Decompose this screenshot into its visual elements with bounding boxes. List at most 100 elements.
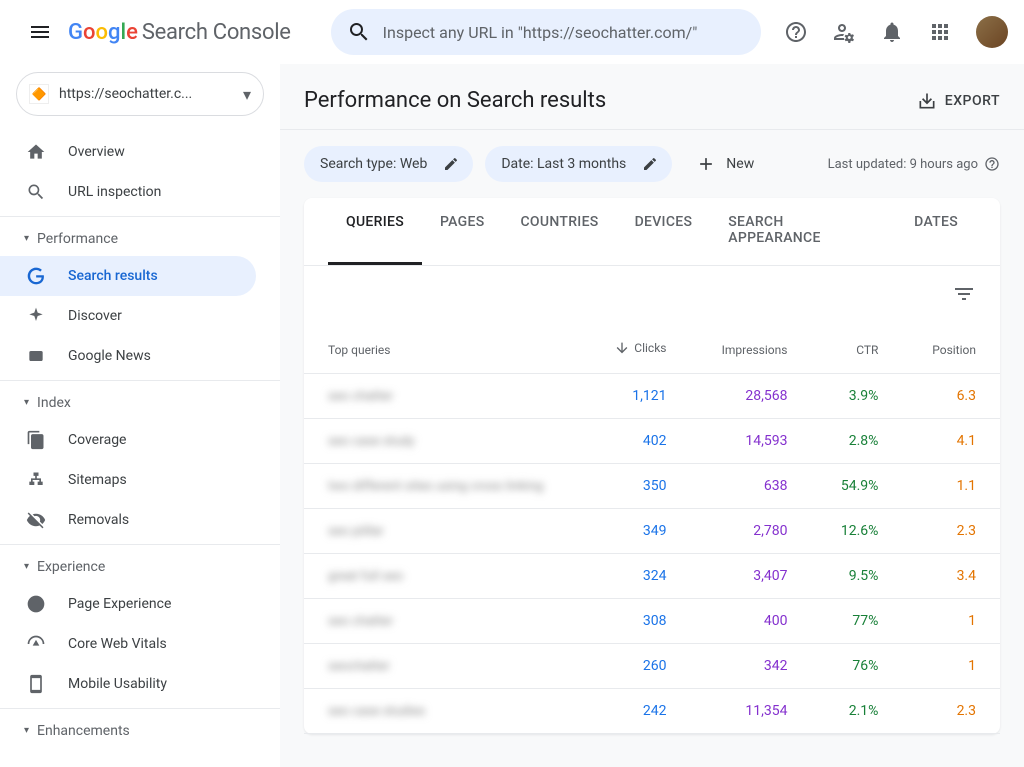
product-logo[interactable]: Google Search Console (68, 20, 291, 45)
sidebar-item-mobile-usability[interactable]: Mobile Usability (0, 664, 256, 704)
table-row[interactable]: seo piillar 349 2,780 12.6% 2.3 (304, 509, 1000, 554)
position-value: 1.1 (902, 464, 1000, 509)
tab-queries[interactable]: QUERIES (328, 198, 422, 265)
clicks-value: 1,121 (584, 374, 691, 419)
clicks-value: 349 (584, 509, 691, 554)
table-row[interactable]: great full seo 324 3,407 9.5% 3.4 (304, 554, 1000, 599)
sidebar-section-index[interactable]: ▾Index (0, 380, 280, 420)
chevron-down-icon: ▾ (243, 85, 251, 104)
apps-button[interactable] (920, 12, 960, 52)
pages-icon (24, 430, 48, 450)
add-filter-button[interactable]: New (684, 146, 766, 182)
sidebar-item-label: URL inspection (68, 184, 161, 200)
impressions-value: 28,568 (690, 374, 811, 419)
caret-down-icon: ▾ (24, 561, 29, 572)
sidebar-section-performance[interactable]: ▾Performance (0, 216, 280, 256)
filter-chip-search-type[interactable]: Search type: Web (304, 146, 473, 182)
main-content: Performance on Search results EXPORT Sea… (280, 64, 1024, 767)
sidebar-item-removals[interactable]: Removals (0, 500, 256, 540)
impressions-value: 400 (690, 599, 811, 644)
ctr-value: 2.8% (811, 419, 902, 464)
col-impressions[interactable]: Impressions (690, 326, 811, 374)
discover-icon (24, 306, 48, 326)
position-value: 4.1 (902, 419, 1000, 464)
table-filter-button[interactable] (952, 282, 976, 310)
position-value: 1 (902, 599, 1000, 644)
users-settings-button[interactable] (824, 12, 864, 52)
news-icon (24, 346, 48, 366)
impressions-value: 342 (690, 644, 811, 689)
impressions-value: 2,780 (690, 509, 811, 554)
hamburger-menu-button[interactable] (16, 8, 64, 56)
impressions-value: 638 (690, 464, 811, 509)
sidebar-item-label: Coverage (68, 432, 126, 448)
ctr-value: 54.9% (811, 464, 902, 509)
ctr-value: 2.1% (811, 689, 902, 734)
filter-chip-date[interactable]: Date: Last 3 months (485, 146, 672, 182)
sidebar-item-google-news[interactable]: Google News (0, 336, 256, 376)
tab-search-appearance[interactable]: SEARCH APPEARANCE (710, 198, 896, 265)
url-inspect-input[interactable] (383, 23, 745, 42)
sidebar-item-core-web-vitals[interactable]: Core Web Vitals (0, 624, 256, 664)
caret-down-icon: ▾ (24, 725, 29, 736)
table-row[interactable]: seochatter 260 342 76% 1 (304, 644, 1000, 689)
sidebar-item-label: Removals (68, 512, 129, 528)
help-button[interactable] (776, 12, 816, 52)
url-inspect-search[interactable] (331, 9, 761, 55)
google-logo: Google (68, 20, 138, 45)
query-text: two different sites using cross linking (328, 479, 543, 494)
sidebar-item-coverage[interactable]: Coverage (0, 420, 256, 460)
impressions-value: 3,407 (690, 554, 811, 599)
export-button[interactable]: EXPORT (917, 91, 1000, 111)
tab-devices[interactable]: DEVICES (617, 198, 711, 265)
clicks-value: 242 (584, 689, 691, 734)
tab-countries[interactable]: COUNTRIES (502, 198, 616, 265)
help-icon[interactable] (984, 156, 1000, 172)
tab-dates[interactable]: DATES (896, 198, 976, 265)
query-text: seo case studies (328, 704, 425, 719)
query-text: great full seo (328, 569, 403, 584)
table-row[interactable]: seo case studies 242 11,354 2.1% 2.3 (304, 689, 1000, 734)
person-gear-icon (832, 20, 856, 44)
sitemap-icon (24, 470, 48, 490)
table-row[interactable]: seo chatter 1,121 28,568 3.9% 6.3 (304, 374, 1000, 419)
sidebar-item-discover[interactable]: Discover (0, 296, 256, 336)
sidebar-item-search-results[interactable]: Search results (0, 256, 256, 296)
plus-icon (696, 154, 716, 174)
sidebar-item-page-experience[interactable]: Page Experience (0, 584, 256, 624)
tab-pages[interactable]: PAGES (422, 198, 503, 265)
account-avatar[interactable] (976, 16, 1008, 48)
table-row[interactable]: two different sites using cross linking … (304, 464, 1000, 509)
apps-grid-icon (928, 20, 952, 44)
queries-table: Top queries Clicks Impressions CTR Posit… (304, 326, 1000, 734)
last-updated-label: Last updated: 9 hours ago (828, 156, 1000, 172)
sidebar-item-label: Sitemaps (68, 472, 127, 488)
col-clicks[interactable]: Clicks (584, 326, 691, 374)
sidebar-item-sitemaps[interactable]: Sitemaps (0, 460, 256, 500)
clicks-value: 350 (584, 464, 691, 509)
col-ctr[interactable]: CTR (811, 326, 902, 374)
dimension-tabs: QUERIES PAGES COUNTRIES DEVICES SEARCH A… (304, 198, 1000, 266)
sidebar-item-url-inspection[interactable]: URL inspection (0, 172, 256, 212)
sidebar-section-experience[interactable]: ▾Experience (0, 544, 280, 584)
ctr-value: 77% (811, 599, 902, 644)
table-row[interactable]: seo case study 402 14,593 2.8% 4.1 (304, 419, 1000, 464)
ctr-value: 3.9% (811, 374, 902, 419)
position-value: 6.3 (902, 374, 1000, 419)
google-g-icon (24, 266, 48, 286)
sidebar-section-enhancements[interactable]: ▾Enhancements (0, 708, 280, 748)
property-selector[interactable]: 🔶 https://seochatter.c... ▾ (16, 72, 264, 116)
impressions-value: 14,593 (690, 419, 811, 464)
page-title: Performance on Search results (304, 88, 606, 113)
impressions-value: 11,354 (690, 689, 811, 734)
sidebar-item-label: Mobile Usability (68, 676, 167, 692)
property-domain: https://seochatter.c... (59, 86, 243, 102)
notifications-button[interactable] (872, 12, 912, 52)
table-row[interactable]: seo chatter 308 400 77% 1 (304, 599, 1000, 644)
col-query[interactable]: Top queries (304, 326, 584, 374)
ctr-value: 9.5% (811, 554, 902, 599)
visibility-off-icon (24, 510, 48, 530)
clicks-value: 308 (584, 599, 691, 644)
sidebar-item-overview[interactable]: Overview (0, 132, 256, 172)
col-position[interactable]: Position (902, 326, 1000, 374)
